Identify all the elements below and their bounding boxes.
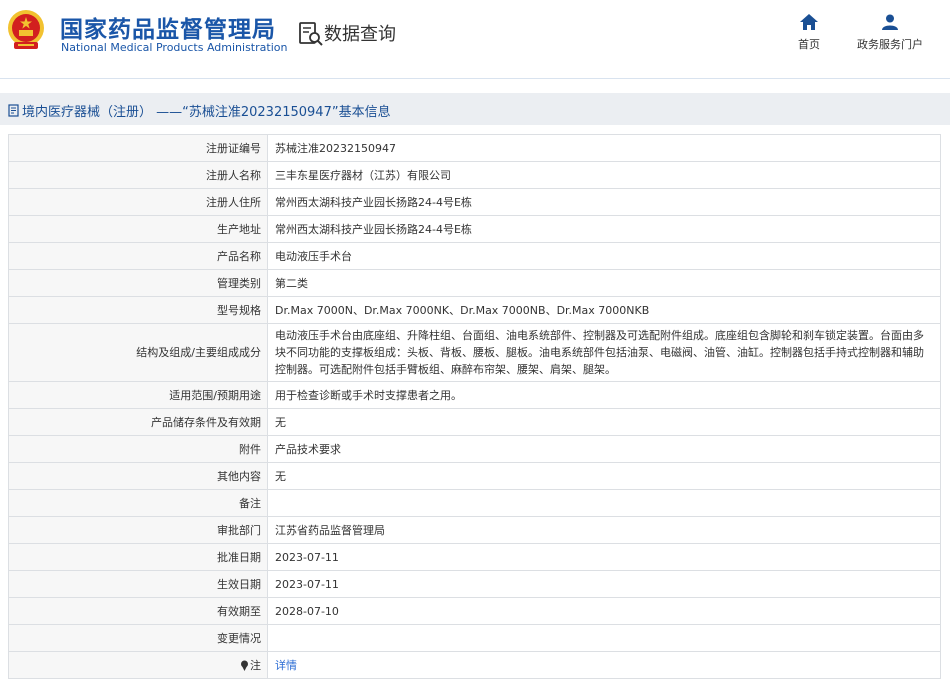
field-label: 附件: [8, 435, 268, 463]
field-value: 常州西太湖科技产业园长扬路24-4号E栋: [267, 215, 941, 243]
table-row: 有效期至 2028-07-10: [8, 597, 941, 625]
field-label: 注册人名称: [8, 161, 268, 189]
field-label: 型号规格: [8, 296, 268, 324]
field-label: 备注: [8, 489, 268, 517]
field-label-note: 注: [8, 651, 268, 679]
field-label: 审批部门: [8, 516, 268, 544]
table-row: 附件 产品技术要求: [8, 435, 941, 463]
document-icon: [8, 104, 19, 117]
table-row: 型号规格 Dr.Max 7000N、Dr.Max 7000NK、Dr.Max 70…: [8, 296, 941, 324]
breadcrumb: 境内医疗器械（注册） ——“苏械注准20232150947”基本信息: [8, 101, 391, 120]
field-value: 常州西太湖科技产业园长扬路24-4号E栋: [267, 188, 941, 216]
field-label: 产品名称: [8, 242, 268, 270]
details-link[interactable]: 详情: [275, 659, 297, 672]
site-title: 国家药品监督管理局: [60, 17, 276, 43]
field-value: 第二类: [267, 269, 941, 297]
user-icon: [882, 14, 898, 30]
table-row: 审批部门 江苏省药品监督管理局: [8, 516, 941, 544]
nav-home-button[interactable]: 首页: [790, 14, 828, 52]
field-label: 其他内容: [8, 462, 268, 490]
home-icon: [800, 14, 818, 30]
pin-icon: [241, 660, 248, 671]
table-row: 生产地址 常州西太湖科技产业园长扬路24-4号E栋: [8, 215, 941, 243]
field-value: 详情: [267, 651, 941, 679]
field-label: 生效日期: [8, 570, 268, 598]
field-value: 2023-07-11: [267, 543, 941, 571]
field-label: 管理类别: [8, 269, 268, 297]
table-row: 产品名称 电动液压手术台: [8, 242, 941, 270]
field-value: 电动液压手术台由底座组、升降柱组、台面组、油电系统部件、控制器及可选配附件组成。…: [267, 323, 941, 382]
table-row: 适用范围/预期用途 用于检查诊断或手术时支撑患者之用。: [8, 381, 941, 409]
note-label: 注: [250, 658, 261, 672]
field-value: 三丰东星医疗器材（江苏）有限公司: [267, 161, 941, 189]
table-row: 结构及组成/主要组成成分 电动液压手术台由底座组、升降柱组、台面组、油电系统部件、…: [8, 323, 941, 382]
table-row: 产品储存条件及有效期无: [8, 408, 941, 436]
site-subtitle: National Medical Products Administration: [61, 41, 288, 54]
data-query-title: 数据查询: [324, 24, 396, 45]
field-value: 江苏省药品监督管理局: [267, 516, 941, 544]
table-row: 其他内容无: [8, 462, 941, 490]
field-label: 结构及组成/主要组成成分: [8, 323, 268, 382]
table-row: 注册人住所 常州西太湖科技产业园长扬路24-4号E栋: [8, 188, 941, 216]
field-label: 产品储存条件及有效期: [8, 408, 268, 436]
field-value: 产品技术要求: [267, 435, 941, 463]
nav-home-label: 首页: [798, 38, 820, 51]
field-label: 生产地址: [8, 215, 268, 243]
field-value: 2028-07-10: [267, 597, 941, 625]
table-row: 备注: [8, 489, 941, 517]
field-value: 无: [267, 462, 941, 490]
breadcrumb-bar: 境内医疗器械（注册） ——“苏械注准20232150947”基本信息: [0, 93, 950, 125]
breadcrumb-text: 境内医疗器械（注册） ——“苏械注准20232150947”基本信息: [22, 105, 391, 120]
field-label: 注册人住所: [8, 188, 268, 216]
national-emblem-icon[interactable]: [6, 8, 46, 52]
field-value: [267, 489, 941, 517]
table-row: 注册人名称 三丰东星医疗器材（江苏）有限公司: [8, 161, 941, 189]
table-row: 注 详情: [8, 651, 941, 679]
nav-portal-button[interactable]: 政务服务门户: [852, 14, 928, 52]
document-search-icon: [299, 22, 323, 46]
field-label: 有效期至: [8, 597, 268, 625]
site-header: 国家药品监督管理局 National Medical Products Admi…: [0, 0, 950, 79]
field-value: 用于检查诊断或手术时支撑患者之用。: [267, 381, 941, 409]
field-value: Dr.Max 7000N、Dr.Max 7000NK、Dr.Max 7000NB…: [267, 296, 941, 324]
field-label: 批准日期: [8, 543, 268, 571]
field-label: 注册证编号: [8, 134, 268, 162]
record-table: 注册证编号 苏械注准20232150947 注册人名称 三丰东星医疗器材（江苏）有限…: [8, 134, 941, 679]
field-value: 2023-07-11: [267, 570, 941, 598]
field-value: [267, 624, 941, 652]
table-row: 批准日期 2023-07-11: [8, 543, 941, 571]
nav-portal-label: 政务服务门户: [857, 38, 923, 51]
table-row: 注册证编号 苏械注准20232150947: [8, 134, 941, 162]
field-value: 电动液压手术台: [267, 242, 941, 270]
field-label: 变更情况: [8, 624, 268, 652]
field-value: 无: [267, 408, 941, 436]
field-value: 苏械注准20232150947: [267, 134, 941, 162]
table-row: 变更情况: [8, 624, 941, 652]
table-row: 生效日期 2023-07-11: [8, 570, 941, 598]
table-row: 管理类别 第二类: [8, 269, 941, 297]
field-label: 适用范围/预期用途: [8, 381, 268, 409]
